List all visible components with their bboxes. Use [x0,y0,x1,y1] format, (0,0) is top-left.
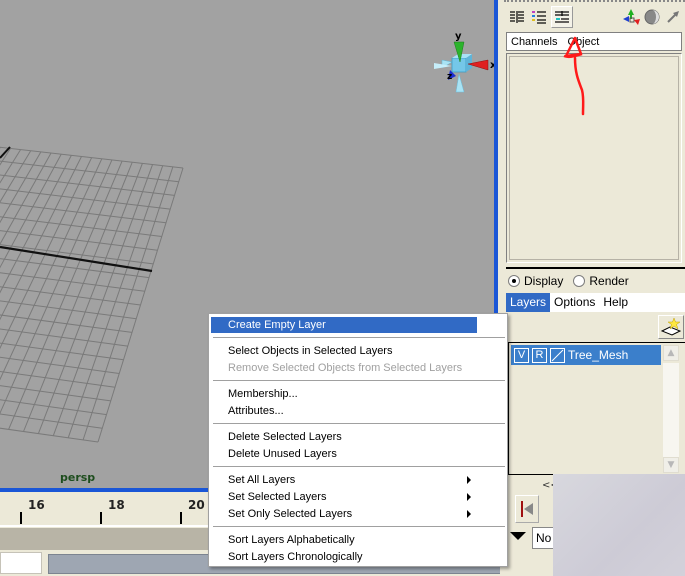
watermark-overlay [553,474,685,576]
grid-line [0,328,128,347]
axis-icon[interactable] [620,6,642,28]
layer-type-icon [551,349,564,361]
display-radio-label[interactable]: Display [524,274,563,288]
panel-divider[interactable] [506,267,685,269]
layers-menu[interactable]: Layers [506,293,551,312]
menu-separator [213,423,505,425]
help-menu[interactable]: Help [599,293,632,312]
sphere-shade-icon[interactable] [641,6,663,28]
new-layer-icon [660,317,682,336]
menu-separator [213,337,505,339]
scroll-up-button[interactable]: ▲ [663,345,679,361]
grid-line [82,166,174,441]
render-radio[interactable] [573,275,586,287]
menu-item-label: Create Empty Layer [228,319,326,331]
grid-line [0,385,111,402]
menu-item-label: Membership... [228,388,298,400]
channel-layer-icon[interactable] [551,6,573,28]
menu-item-set-all-layers[interactable]: Set All Layers [211,472,477,488]
menu-item-label: Remove Selected Objects from Selected La… [228,362,463,374]
menu-item-create-empty-layer[interactable]: Create Empty Layer [211,317,477,333]
menu-item-label: Select Objects in Selected Layers [228,345,393,357]
grid-line [0,370,116,388]
layer-list[interactable]: V R Tree_Mesh ▲ ▼ [508,342,685,475]
go-to-start-icon [521,501,533,517]
menu-item-label: Sort Layers Chronologically [228,551,363,563]
time-tick-label: 18 [108,498,125,512]
options-menu[interactable]: Options [550,293,599,312]
submenu-arrow-icon [467,510,471,518]
z-axis-label: z [447,72,452,82]
arrow-tool-icon[interactable] [662,6,684,28]
menu-item-label: Attributes... [228,405,284,417]
layers-context-menu: Create Empty Layer Select Objects in Sele… [208,313,508,567]
scroll-down-button[interactable]: ▼ [663,457,679,473]
menu-item-set-selected-layers[interactable]: Set Selected Layers [211,489,477,505]
menu-separator [213,466,505,468]
menu-item-label: Set Selected Layers [228,491,327,503]
menu-item-attributes[interactable]: Attributes... [211,403,477,419]
view-axis-gizmo-icon: y x z [434,31,497,93]
channels-menu[interactable]: Channels [511,36,557,48]
time-tick-label: 20 [188,498,205,512]
menu-item-delete-unused-layers[interactable]: Delete Unused Layers [211,446,477,462]
channel-box-area[interactable] [506,53,682,263]
menu-item-label: Delete Selected Layers [228,431,342,443]
grid-line [0,149,22,184]
grid-line [67,165,164,438]
menu-item-membership[interactable]: Membership... [211,386,477,402]
command-line-input[interactable] [0,552,42,574]
menu-item-label: Delete Unused Layers [228,448,337,460]
layer-name[interactable]: Tree_Mesh [568,348,628,362]
channel-box-menubar: Channels Object [506,32,682,51]
render-radio-label[interactable]: Render [589,274,628,288]
layer-row[interactable]: V R Tree_Mesh [511,345,661,365]
grid-line [0,413,103,429]
menu-item-sort-layers-chronologically[interactable]: Sort Layers Chronologically [211,549,477,565]
time-tick-label: 16 [28,498,45,512]
menu-item-sort-layers-alphabetically[interactable]: Sort Layers Alphabetically [211,532,477,548]
grid-line [97,167,184,443]
layer-list-scrollbar[interactable] [663,363,679,459]
time-tick-mark [180,512,182,524]
menu-item-remove-selected-objects-from-selected-layers: Remove Selected Objects from Selected La… [211,360,477,376]
toolbar-grip[interactable] [504,0,685,4]
time-tick-mark [20,512,22,524]
y-axis-label: y [455,31,462,42]
layer-visibility-toggle[interactable]: V [514,347,529,363]
submenu-arrow-icon [467,493,471,501]
submenu-arrow-icon [467,476,471,484]
layer-editor-menubar: Layers Options Help [506,293,685,312]
grid-axis-line [0,245,153,273]
layer-mode-selector: Display Render [508,274,629,288]
display-radio[interactable] [508,275,520,287]
grid-line [0,157,93,350]
object-menu[interactable]: Object [567,36,599,48]
attribute-editor-icon[interactable] [528,6,550,28]
menu-item-set-only-selected-layers[interactable]: Set Only Selected Layers [211,506,477,522]
menu-separator [213,526,505,528]
layer-color-swatch[interactable] [550,347,565,363]
camera-label: persp [60,471,96,484]
menu-item-delete-selected-layers[interactable]: Delete Selected Layers [211,429,477,445]
menu-separator [213,380,505,382]
time-tick-mark [100,512,102,524]
dropdown-arrow-icon[interactable] [510,532,526,540]
channel-box-icon[interactable] [506,6,528,28]
menu-item-label: Set All Layers [228,474,296,486]
create-new-layer-button[interactable] [658,315,684,339]
menu-item-label: Sort Layers Alphabetically [228,534,355,546]
layer-render-toggle[interactable]: R [532,347,547,363]
go-to-start-button[interactable] [515,495,539,523]
menu-item-label: Set Only Selected Layers [228,508,353,520]
menu-item-select-objects-in-selected-layers[interactable]: Select Objects in Selected Layers [211,343,477,359]
